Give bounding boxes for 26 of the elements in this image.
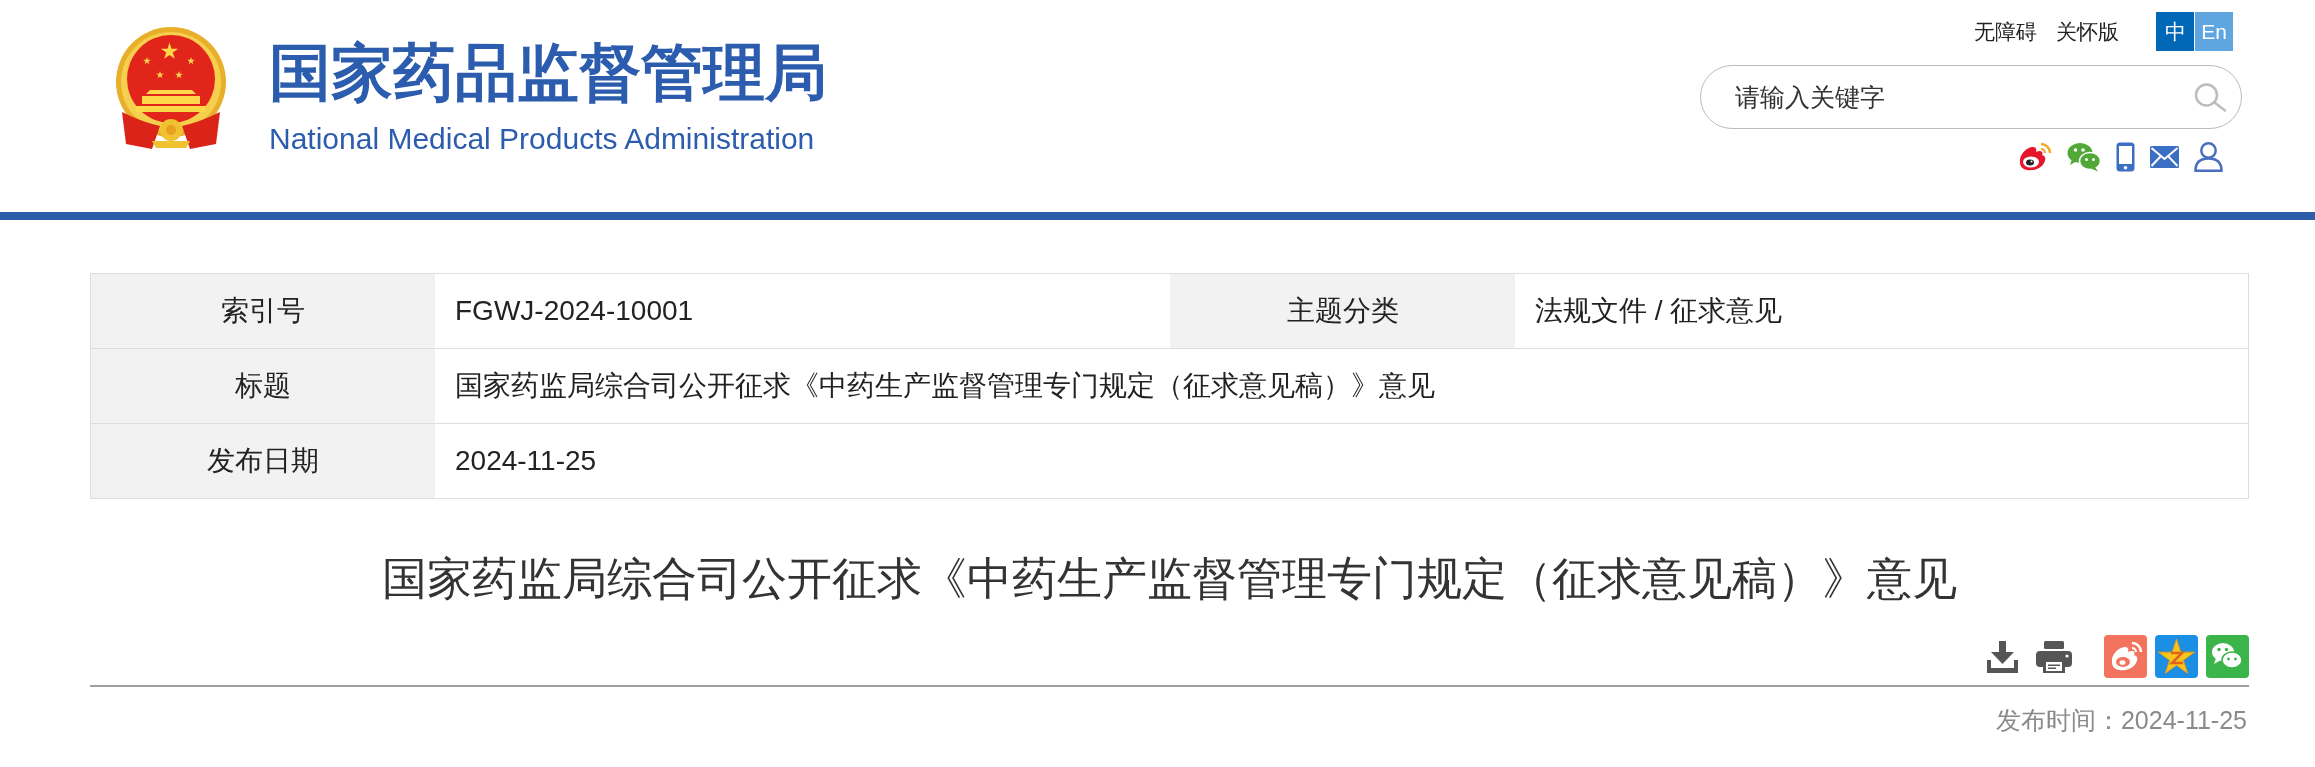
table-header-cell: 索引号 — [91, 274, 435, 348]
eye-signal-tile-icon[interactable] — [2104, 635, 2147, 678]
star-tile-icon[interactable] — [2155, 635, 2198, 678]
chat-bubbles-tile-icon[interactable] — [2206, 635, 2249, 678]
table-header-cell: 发布日期 — [91, 424, 435, 498]
search-field[interactable]: 请输入关键字 — [1700, 65, 2242, 129]
table-cell-text: 2024-11-25 — [454, 444, 598, 478]
table-header-cell: 标题 — [91, 349, 435, 423]
download-icon[interactable] — [1986, 640, 2019, 673]
header-link[interactable]: 关怀版 — [2056, 18, 2119, 45]
table-header-cell: 主题分类 — [1170, 274, 1515, 348]
eye-signal-icon[interactable] — [2017, 142, 2052, 172]
table-cell-text: 国家药监局综合司公开征求《中药生产监督管理专门规定（征求意见稿）》意见 — [454, 369, 1436, 403]
article-title: 国家药监局综合司公开征求《中药生产监督管理专门规定（征求意见稿）》意见 — [381, 552, 1958, 606]
table-cell-text: FGWJ-2024-10001 — [454, 294, 695, 328]
site-subtitle: National Medical Products Administration — [269, 124, 815, 154]
printer-icon[interactable] — [2036, 640, 2072, 673]
publish-time: 发布时间：2024-11-25 — [1995, 705, 2247, 735]
chat-bubbles-icon[interactable] — [2067, 142, 2101, 172]
header-link[interactable]: 无障碍 — [1974, 18, 2037, 45]
phone-icon[interactable] — [2116, 142, 2135, 172]
site-title: 国家药品监督管理局 — [269, 42, 827, 104]
table-cell-text: 法规文件 / 征求意见 — [1534, 294, 1784, 328]
language-tab[interactable]: 中 — [2156, 12, 2194, 51]
envelope-icon[interactable] — [2150, 146, 2179, 168]
user-icon[interactable] — [2194, 142, 2223, 172]
